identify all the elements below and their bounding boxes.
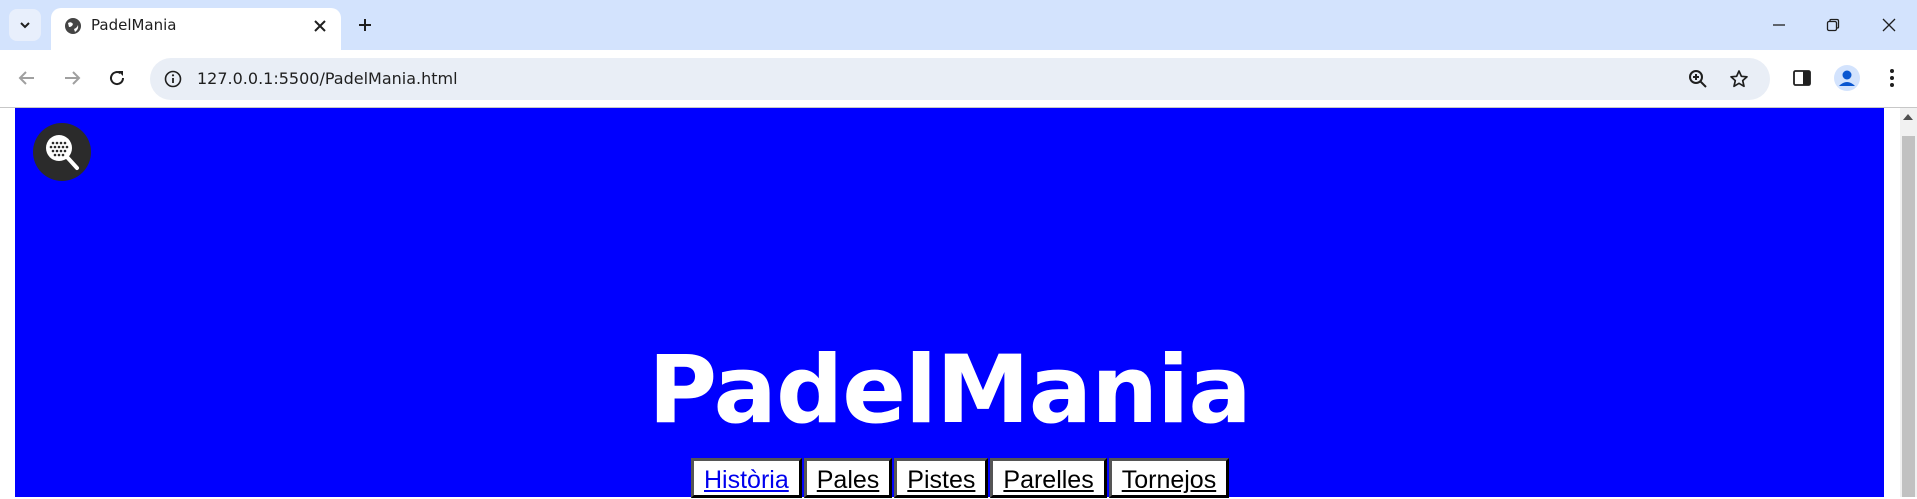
main-menu: Història Pales Pistes Parelles Tornejos <box>691 458 1230 498</box>
kebab-menu-icon <box>1890 69 1894 87</box>
close-icon <box>314 20 326 32</box>
back-arrow-icon <box>18 71 34 85</box>
page-viewport: PadelMania Història Pales Pistes Parelle… <box>0 108 1917 498</box>
tab-strip: PadelMania <box>0 0 1917 50</box>
close-icon <box>1882 18 1896 32</box>
close-window-button[interactable] <box>1861 0 1917 50</box>
browser-menu-button[interactable] <box>1874 60 1910 96</box>
forward-button[interactable] <box>54 60 90 96</box>
menu-item-parelles[interactable]: Parelles <box>990 458 1107 498</box>
scroll-up-arrow-icon[interactable] <box>1903 114 1913 120</box>
address-bar[interactable]: 127.0.0.1:5500/PadelMania.html <box>150 58 1770 100</box>
globe-icon <box>65 18 81 34</box>
tab-search-button[interactable] <box>9 9 41 41</box>
side-panel-icon <box>1793 70 1811 86</box>
zoom-icon <box>1689 70 1707 88</box>
restore-button[interactable] <box>1805 0 1861 50</box>
reload-button[interactable] <box>99 60 135 96</box>
reload-icon <box>110 71 125 86</box>
new-tab-button[interactable] <box>349 9 381 41</box>
bookmark-button[interactable] <box>1726 66 1752 92</box>
scrollbar-thumb[interactable] <box>1902 136 1915 497</box>
tab-title: PadelMania <box>91 16 177 34</box>
profile-button[interactable] <box>1829 60 1865 96</box>
site-logo <box>33 123 91 181</box>
padel-racket-icon <box>46 135 79 170</box>
site-header: PadelMania Història Pales Pistes Parelle… <box>15 108 1884 498</box>
minimize-icon <box>1773 24 1785 26</box>
tab-close-button[interactable] <box>307 13 333 39</box>
menu-item-pistes[interactable]: Pistes <box>894 458 989 498</box>
page-title: PadelMania <box>648 335 1252 445</box>
browser-toolbar: 127.0.0.1:5500/PadelMania.html <box>0 50 1917 107</box>
vertical-scrollbar[interactable] <box>1900 108 1917 497</box>
info-icon <box>164 70 182 88</box>
menu-item-historia[interactable]: Història <box>691 458 802 498</box>
url-text[interactable]: 127.0.0.1:5500/PadelMania.html <box>197 69 458 88</box>
menu-item-tornejos[interactable]: Tornejos <box>1108 458 1230 498</box>
star-icon <box>1730 70 1748 88</box>
plus-icon <box>359 19 371 31</box>
site-info-button[interactable] <box>160 66 186 92</box>
back-button[interactable] <box>9 60 45 96</box>
menu-item-pales[interactable]: Pales <box>803 458 893 498</box>
forward-arrow-icon <box>65 71 81 85</box>
side-panel-button[interactable] <box>1784 60 1820 96</box>
minimize-button[interactable] <box>1751 0 1807 50</box>
browser-tab[interactable]: PadelMania <box>51 8 341 50</box>
chevron-down-icon <box>20 22 30 29</box>
zoom-button[interactable] <box>1685 66 1711 92</box>
avatar-icon <box>1834 65 1860 91</box>
restore-icon <box>1826 18 1840 32</box>
